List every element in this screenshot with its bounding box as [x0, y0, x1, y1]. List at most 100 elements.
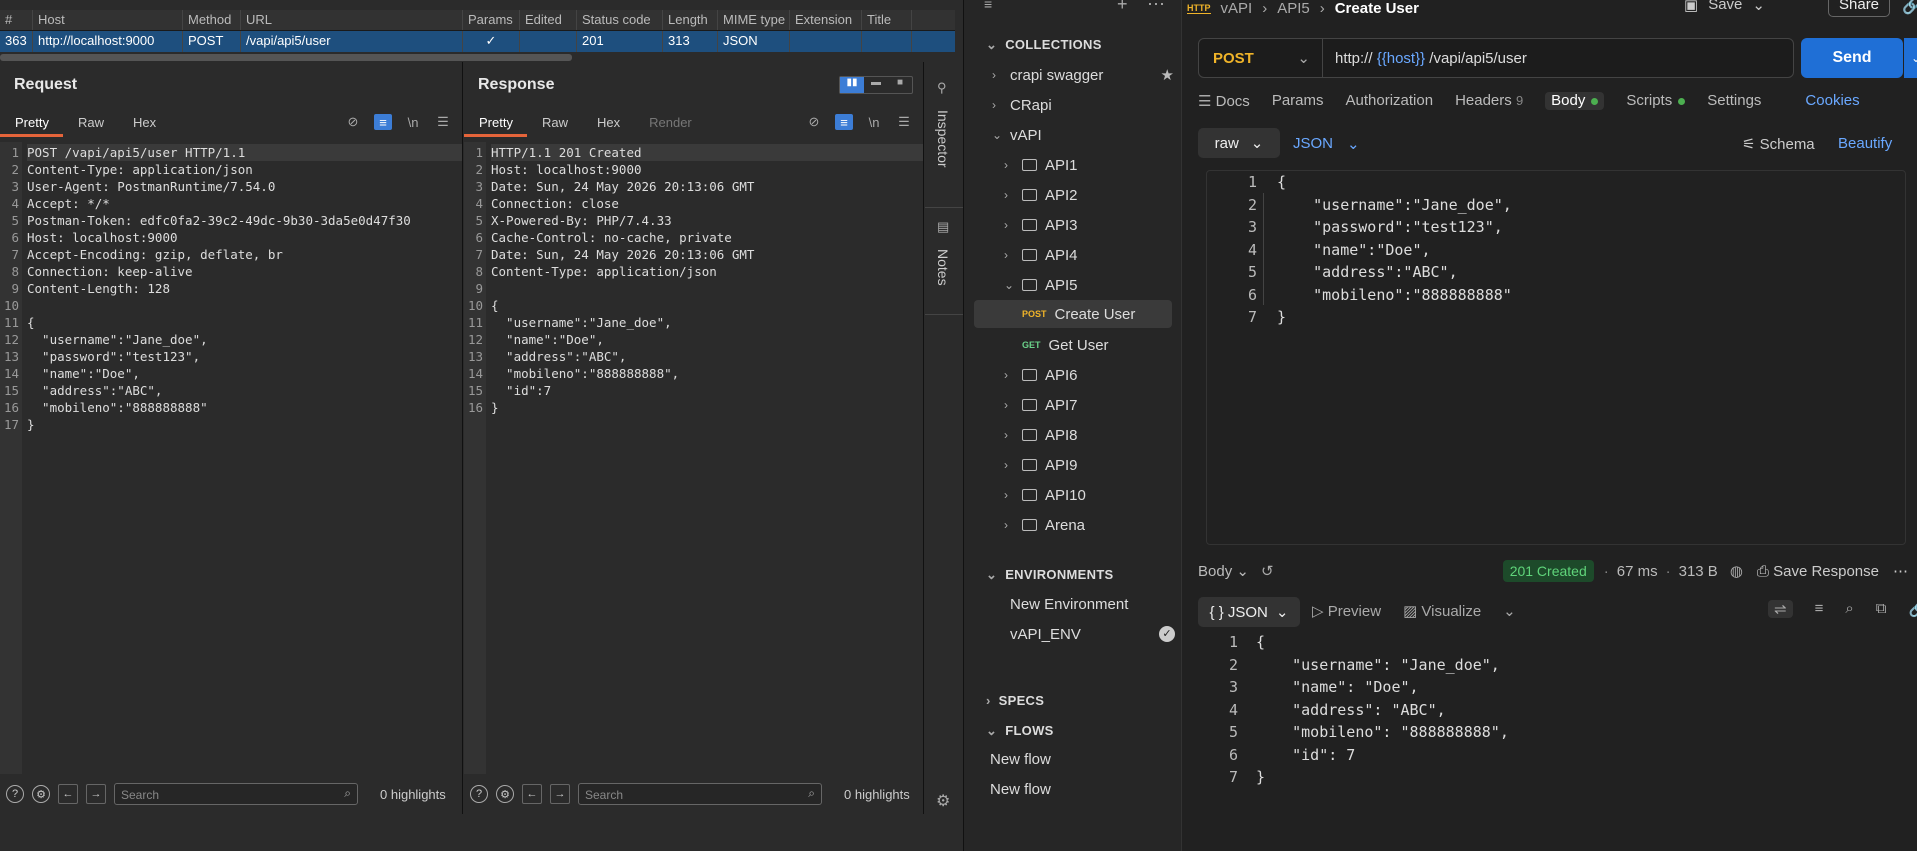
link-icon[interactable]: 🔗 — [1908, 600, 1917, 618]
hide-icon[interactable]: ⊘ — [344, 114, 362, 130]
link-icon[interactable]: 🔗 — [1902, 0, 1917, 16]
star-icon[interactable]: ★ — [1161, 66, 1174, 84]
col-mime[interactable]: MIME type — [718, 10, 790, 30]
copy-icon[interactable]: ⧉ — [1876, 600, 1887, 618]
wrap-icon[interactable]: ⇌ — [1768, 600, 1793, 618]
col-extension[interactable]: Extension — [790, 10, 862, 30]
visualize-button[interactable]: ▨ Visualize — [1403, 602, 1481, 620]
folder-api5[interactable]: ⌄ API5 — [1004, 271, 1078, 299]
tab-params[interactable]: Params — [1272, 92, 1324, 110]
more-icon[interactable]: ⋯ — [1147, 0, 1165, 15]
horizontal-scrollbar[interactable] — [0, 54, 572, 61]
tab-raw[interactable]: Raw — [63, 107, 118, 137]
filter-icon[interactable]: ≡ — [1815, 600, 1824, 618]
folder-api9[interactable]: › API9 — [1004, 451, 1078, 479]
body-format-select[interactable]: JSON ⌄ — [1293, 135, 1360, 153]
folder-api2[interactable]: › API2 — [1004, 181, 1078, 209]
body-editor[interactable]: 1 2 3 4 5 6 7 { "username":"Jane_doe", "passwo… — [1206, 170, 1906, 545]
col-host[interactable]: Host — [33, 10, 183, 30]
response-editor[interactable]: 1 2 3 4 5 6 7 8 9 10 11 12 13 14 15 16 HTTP/1.1 201 Cre… — [464, 142, 923, 774]
flow-item[interactable]: New flow — [990, 775, 1051, 803]
tab-body[interactable]: Body — [1545, 92, 1605, 110]
search-input[interactable]: Search ⌕ — [114, 783, 358, 805]
flows-header[interactable]: ⌄ FLOWS — [986, 723, 1054, 739]
collections-header[interactable]: ⌄ COLLECTIONS — [986, 37, 1102, 53]
tab-raw[interactable]: Raw — [527, 107, 582, 137]
col-title[interactable]: Title — [862, 10, 912, 30]
crumb-vapi[interactable]: vAPI — [1221, 0, 1253, 17]
folder-api6[interactable]: › API6 — [1004, 361, 1078, 389]
tab-scripts[interactable]: Scripts — [1626, 92, 1686, 110]
tab-hex[interactable]: Hex — [118, 107, 170, 137]
send-options-icon[interactable]: ⌄ — [1904, 38, 1917, 78]
globe-icon[interactable]: ◍ — [1730, 562, 1743, 580]
tab-render[interactable]: Render — [634, 107, 706, 137]
tab-hex[interactable]: Hex — [582, 107, 634, 137]
wrap-icon[interactable]: ≡ — [374, 114, 392, 130]
folder-api1[interactable]: › API1 — [1004, 151, 1078, 179]
stack-view-icon[interactable]: ▬ — [864, 77, 888, 93]
col-params[interactable]: Params — [463, 10, 520, 30]
gear-icon[interactable]: ⚙ — [32, 785, 50, 803]
body-mode-select[interactable]: raw ⌄ — [1198, 128, 1280, 158]
folder-api7[interactable]: › API7 — [1004, 391, 1078, 419]
forward-icon[interactable]: → — [550, 784, 570, 804]
response-time[interactable]: 67 ms — [1617, 563, 1658, 580]
add-icon[interactable]: + — [1117, 0, 1128, 15]
collection-vapi[interactable]: ⌄ vAPI — [992, 121, 1042, 149]
env-vapi[interactable]: vAPI_ENV ✓ — [1010, 620, 1175, 648]
menu-icon[interactable]: ☰ — [895, 114, 913, 130]
wrap-icon[interactable]: ≡ — [835, 114, 853, 130]
col-edited[interactable]: Edited — [520, 10, 577, 30]
tab-pretty[interactable]: Pretty — [0, 107, 63, 137]
gear-icon[interactable]: ⚙ — [496, 785, 514, 803]
response-format-select[interactable]: { } JSON ⌄ — [1198, 597, 1300, 627]
chevron-down-icon[interactable]: ⌄ — [1503, 602, 1516, 620]
back-icon[interactable]: ← — [58, 784, 78, 804]
crumb-api5[interactable]: API5 — [1277, 0, 1310, 17]
cookies-link[interactable]: Cookies — [1805, 92, 1859, 110]
folder-arena[interactable]: › Arena — [1004, 511, 1085, 539]
hide-icon[interactable]: ⊘ — [805, 114, 823, 130]
tab-pretty[interactable]: Pretty — [464, 107, 527, 137]
more-icon[interactable]: ⋯ — [1893, 562, 1908, 580]
newline-icon[interactable]: \n — [865, 114, 883, 130]
response-body-select[interactable]: Body ⌄ — [1198, 562, 1249, 580]
response-size[interactable]: 313 B — [1679, 563, 1718, 580]
tab-headers[interactable]: Headers 9 — [1455, 92, 1523, 110]
folder-api10[interactable]: › API10 — [1004, 481, 1086, 509]
flow-item[interactable]: New flow — [990, 745, 1051, 773]
tab-settings[interactable]: Settings — [1707, 92, 1761, 110]
status-badge[interactable]: 201 Created — [1502, 560, 1594, 582]
environments-header[interactable]: ⌄ ENVIRONMENTS — [986, 567, 1114, 583]
specs-header[interactable]: › SPECS — [986, 693, 1044, 708]
single-view-icon[interactable]: ■ — [888, 77, 912, 93]
newline-icon[interactable]: \n — [404, 114, 422, 130]
col-url[interactable]: URL — [241, 10, 463, 30]
send-button[interactable]: Send — [1801, 38, 1903, 78]
filter-icon[interactable]: ≡ — [984, 0, 992, 12]
page-title[interactable]: Create User — [1335, 0, 1419, 17]
beautify-button[interactable]: Beautify — [1838, 135, 1892, 152]
request-editor[interactable]: 1 2 3 4 5 6 7 8 9 10 11 12 13 14 15 16 17 POST /vapi/api… — [0, 142, 462, 774]
tab-authorization[interactable]: Authorization — [1346, 92, 1434, 110]
table-row[interactable]: 363 http://localhost:9000 POST /vapi/api… — [0, 31, 955, 52]
help-icon[interactable]: ? — [6, 785, 24, 803]
folder-api8[interactable]: › API8 — [1004, 421, 1078, 449]
split-view-icon[interactable]: ▮▮ — [840, 77, 864, 93]
tab-inspector[interactable]: Inspector — [935, 110, 951, 168]
menu-icon[interactable]: ☰ — [434, 114, 452, 130]
method-select[interactable]: POST ⌄ — [1199, 39, 1323, 77]
folder-api4[interactable]: › API4 — [1004, 241, 1078, 269]
preview-button[interactable]: ▷ Preview — [1312, 602, 1381, 620]
history-icon[interactable]: ↺ — [1261, 562, 1274, 580]
notes-icon[interactable]: ▤ — [937, 219, 949, 235]
collection-crapi[interactable]: › CRapi — [992, 91, 1052, 119]
url-input[interactable]: http:// {{host}} /vapi/api5/user — [1323, 50, 1527, 67]
forward-icon[interactable]: → — [86, 784, 106, 804]
folder-api3[interactable]: › API3 — [1004, 211, 1078, 239]
col-method[interactable]: Method — [183, 10, 241, 30]
gear-icon[interactable]: ⚙ — [936, 791, 950, 811]
col-length[interactable]: Length — [663, 10, 718, 30]
search-input[interactable]: Search ⌕ — [578, 783, 822, 805]
